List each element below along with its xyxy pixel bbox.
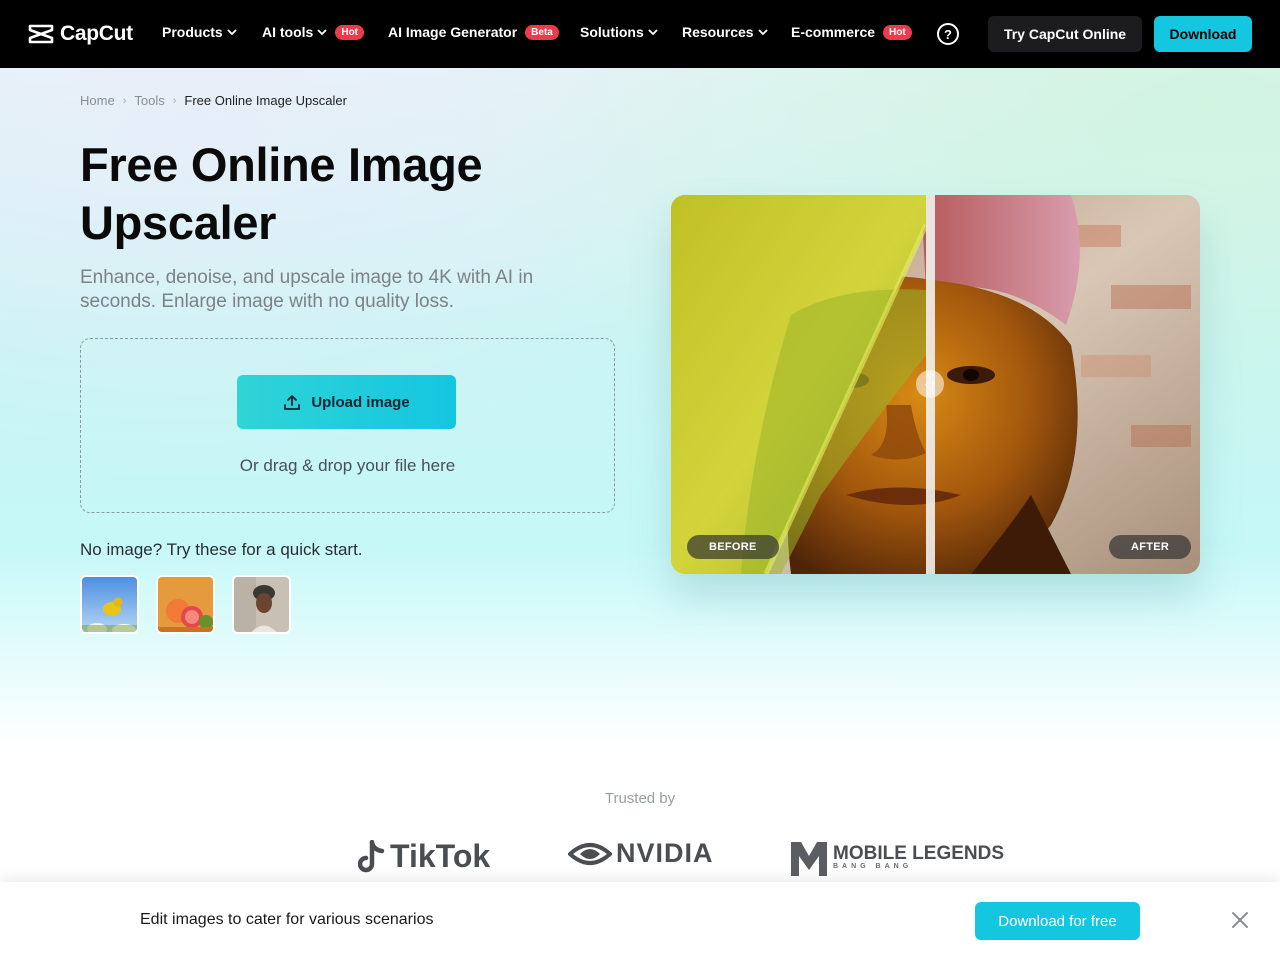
nav-item-label: Resources — [682, 24, 754, 40]
try-capcut-online-button[interactable]: Try CapCut Online — [988, 16, 1142, 52]
sample-fruits-image — [158, 577, 213, 632]
compare-slider-handle[interactable]: ‹ › — [916, 370, 944, 398]
page-subtitle: Enhance, denoise, and upscale image to 4… — [80, 267, 534, 312]
sample-thumbnail-portrait[interactable] — [232, 575, 291, 634]
nav-item-solutions[interactable]: Solutions — [580, 24, 658, 40]
mobile-legends-text: MOBILE LEGENDS — [833, 843, 1005, 864]
capcut-logo[interactable]: CapCut — [28, 22, 133, 46]
close-icon[interactable] — [1228, 908, 1252, 932]
nvidia-text: NVIDIA — [616, 838, 714, 868]
hot-badge: Hot — [883, 24, 912, 40]
breadcrumb-current: Free Online Image Upscaler — [184, 93, 347, 108]
nvidia-eye-icon — [568, 842, 612, 865]
nav-item-label: AI tools — [262, 24, 314, 40]
before-label: BEFORE — [687, 535, 779, 559]
chevron-down-icon — [757, 29, 768, 36]
breadcrumb-home[interactable]: Home — [80, 93, 115, 108]
chevron-right-icon: › — [122, 94, 127, 107]
before-after-comparison[interactable]: ‹ › BEFORE AFTER — [671, 195, 1200, 574]
chevron-down-icon — [317, 29, 327, 36]
sample-thumbnail-fruits[interactable] — [156, 575, 215, 634]
chevron-left-right-icon: ‹ › — [924, 377, 936, 391]
nav-item-e-commerce[interactable]: E-commerce Hot — [791, 24, 912, 40]
breadcrumb-tools[interactable]: Tools — [134, 93, 164, 108]
chevron-right-icon: › — [172, 94, 177, 107]
beta-badge: Beta — [525, 24, 559, 40]
upload-dropzone[interactable]: Upload image Or drag & drop your file he… — [80, 338, 615, 513]
sticky-download-bar: Edit images to cater for various scenari… — [0, 882, 1280, 960]
nvidia-logo: NVIDIA — [568, 838, 714, 869]
bang-bang-text: BANG BANG — [833, 863, 913, 870]
nav-item-label: Products — [162, 24, 223, 40]
nav-item-ai-tools[interactable]: AI tools Hot — [262, 24, 365, 40]
chevron-down-icon — [648, 29, 658, 36]
sample-portrait-image — [234, 577, 289, 632]
tiktok-note-icon — [358, 839, 385, 872]
chevron-down-icon — [227, 29, 237, 36]
download-button[interactable]: Download — [1154, 16, 1252, 52]
nav-item-label: AI Image Generator — [388, 24, 518, 40]
trusted-by-label: Trusted by — [604, 790, 676, 807]
download-for-free-button[interactable]: Download for free — [975, 902, 1140, 940]
drop-hint: Or drag & drop your file here — [239, 456, 456, 475]
sample-bird-image — [82, 577, 137, 632]
sample-thumbnail-bird[interactable] — [80, 575, 139, 634]
tiktok-text: TikTok — [390, 838, 491, 874]
upload-image-button[interactable]: Upload image — [237, 375, 456, 429]
upload-icon — [284, 395, 301, 410]
hot-badge: Hot — [335, 24, 365, 40]
logo-text: CapCut — [60, 22, 133, 45]
top-nav: CapCut Products AI tools Hot AI Image Ge… — [0, 0, 1280, 68]
after-label: AFTER — [1109, 535, 1192, 559]
nav-item-label: Solutions — [580, 24, 644, 40]
mobile-legends-wordmark: MOBILE LEGENDS BANG BANG — [833, 843, 1005, 871]
nav-item-label: E-commerce — [791, 24, 876, 40]
quick-start-text: No image? Try these for a quick start. — [80, 540, 363, 559]
help-icon[interactable]: ? — [937, 23, 959, 45]
capcut-logo-icon — [28, 24, 54, 44]
nav-item-resources[interactable]: Resources — [682, 24, 768, 40]
upload-image-label: Upload image — [311, 393, 410, 411]
tiktok-logo: TikTok — [358, 838, 490, 875]
page-title: Free Online Image Upscaler — [80, 138, 483, 249]
nav-item-ai-image-generator[interactable]: AI Image Generator Beta — [388, 24, 559, 40]
mobile-legends-logo: MOBILE LEGENDS BANG BANG — [789, 838, 1004, 878]
nav-item-products[interactable]: Products — [162, 24, 237, 40]
breadcrumb: Home › Tools › Free Online Image Upscale… — [80, 93, 347, 108]
mobile-legends-m-icon — [791, 842, 827, 876]
sticky-bar-text: Edit images to cater for various scenari… — [140, 911, 434, 928]
